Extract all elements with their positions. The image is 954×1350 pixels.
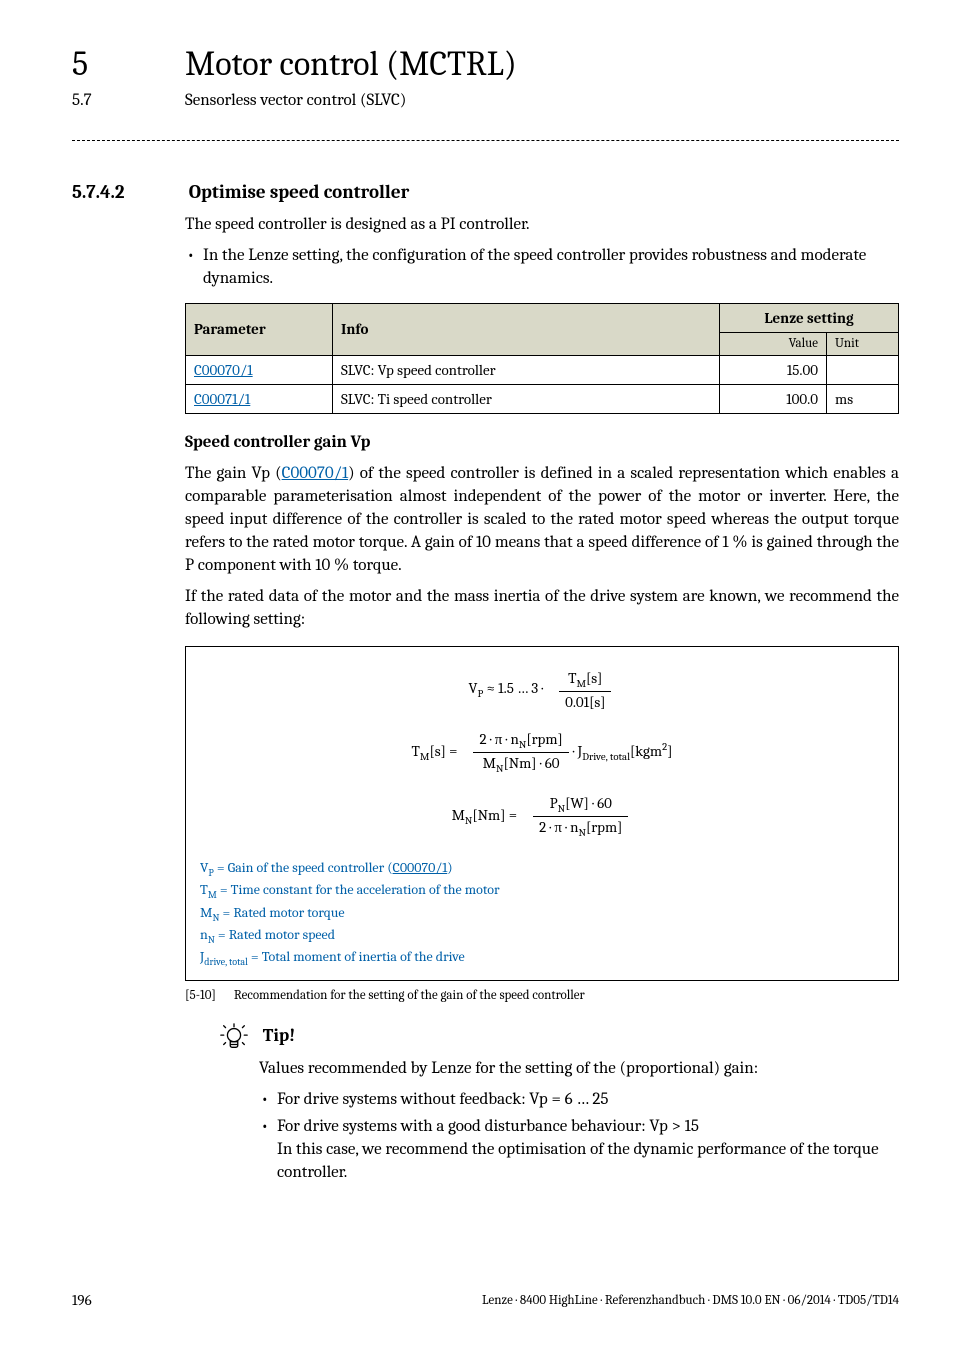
param-info: SLVC: Ti speed controller <box>333 384 720 413</box>
text: The gain Vp ( <box>185 464 282 483</box>
th-parameter: Parameter <box>186 303 333 355</box>
formula-legend: VP = Gain of the speed controller (C0007… <box>200 858 884 970</box>
param-value: 100.0 <box>720 384 827 413</box>
param-info: SLVC: Vp speed controller <box>333 355 720 384</box>
table-row: C00070/1 SLVC: Vp speed controller 15.00 <box>186 355 899 384</box>
th-lenze-setting: Lenze setting <box>720 303 899 332</box>
th-unit: Unit <box>827 333 899 356</box>
chapter-number: 5 <box>72 42 88 88</box>
vp-paragraph-1: The gain Vp (C00070/1) of the speed cont… <box>185 463 899 578</box>
page-number: 196 <box>72 1290 92 1310</box>
param-link[interactable]: C00071/1 <box>194 390 250 408</box>
th-value: Value <box>720 333 827 356</box>
param-unit <box>827 355 899 384</box>
figure-caption: Recommendation for the setting of the ga… <box>234 988 585 1003</box>
tip-lead: Values recommended by Lenze for the sett… <box>259 1058 899 1081</box>
tip-title: Tip! <box>263 1022 295 1050</box>
table-row: C00071/1 SLVC: Ti speed controller 100.0… <box>186 384 899 413</box>
intro-bullet: In the Lenze setting, the configuration … <box>185 245 899 291</box>
heading: 5.7.4.2 Optimise speed controller <box>72 180 899 206</box>
intro-bullets: In the Lenze setting, the configuration … <box>185 245 899 291</box>
heading-title: Optimise speed controller <box>189 180 409 206</box>
equation-2: TM[s] = 2 · π · nN[rpm] MN[Nm] · 60 · JD… <box>200 730 884 776</box>
divider <box>72 140 899 141</box>
param-unit: ms <box>827 384 899 413</box>
parameter-table: Parameter Info Lenze setting Value Unit … <box>185 303 899 414</box>
equation-1: VP ≈ 1.5 … 3 · TM[s] 0.01[s] <box>200 669 884 712</box>
equation-3: MN[Nm] = PN[W] · 60 2 · π · nN[rpm] <box>200 794 884 840</box>
tip-bullet: For drive systems with a good disturbanc… <box>259 1116 899 1185</box>
code-link[interactable]: C00070/1 <box>282 464 348 483</box>
tip-bullet: For drive systems without feedback: Vp =… <box>259 1089 899 1112</box>
figure-tag: [5-10] <box>185 987 231 1005</box>
tip-block: Tip! Values recommended by Lenze for the… <box>219 1022 899 1185</box>
tip-bullets: For drive systems without feedback: Vp =… <box>259 1089 899 1185</box>
subheading-vp: Speed controller gain Vp <box>185 432 899 455</box>
chapter-title: Motor control (MCTRL) <box>185 42 517 88</box>
param-value: 15.00 <box>720 355 827 384</box>
param-link[interactable]: C00070/1 <box>194 361 253 379</box>
section-number: 5.7 <box>72 90 92 113</box>
figure-label: [5-10] Recommendation for the setting of… <box>185 987 899 1005</box>
section-title: Sensorless vector control (SLVC) <box>185 90 406 113</box>
code-link[interactable]: C00070/1 <box>393 859 448 876</box>
footer-text: Lenze · 8400 HighLine · Referenzhandbuch… <box>482 1292 899 1310</box>
vp-paragraph-2: If the rated data of the motor and the m… <box>185 586 899 632</box>
lightbulb-icon <box>219 1022 253 1050</box>
intro-paragraph: The speed controller is designed as a PI… <box>185 214 899 237</box>
heading-number: 5.7.4.2 <box>72 180 185 206</box>
formula-box: VP ≈ 1.5 … 3 · TM[s] 0.01[s] TM[s] = 2 ·… <box>185 646 899 981</box>
th-info: Info <box>333 303 720 355</box>
